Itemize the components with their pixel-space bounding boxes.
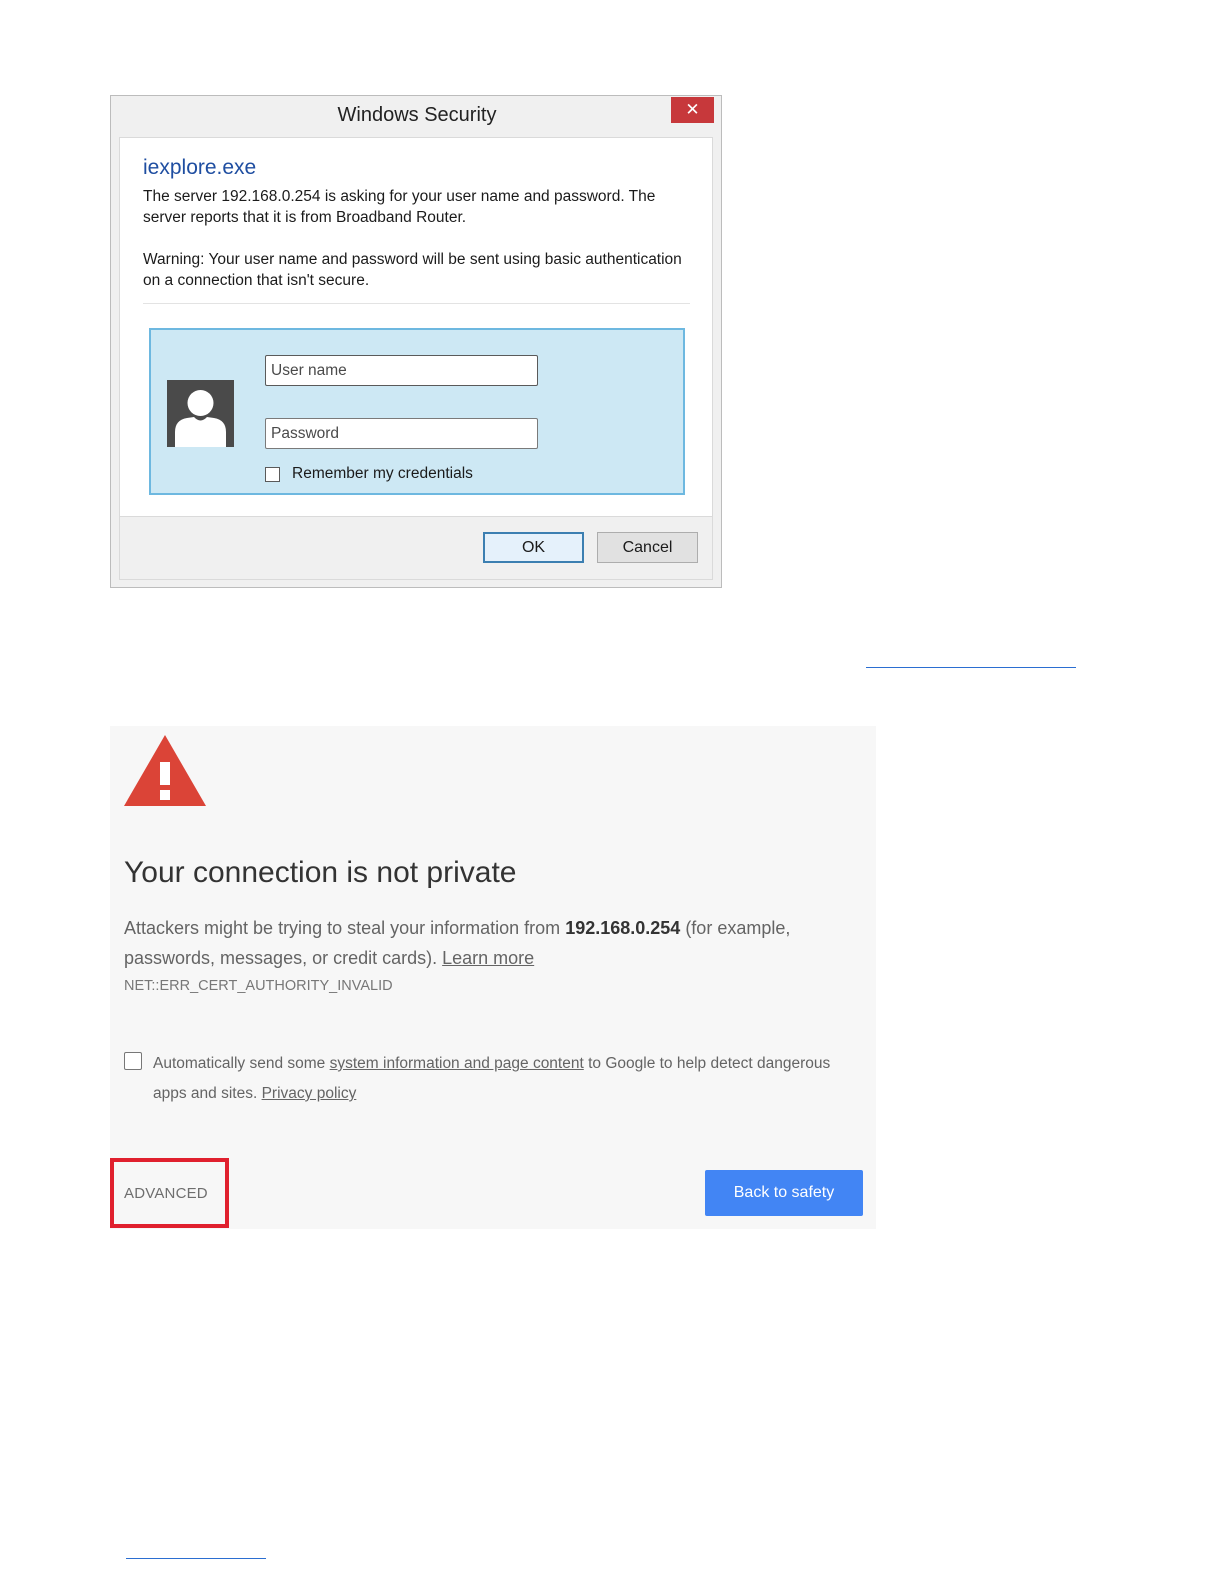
page-heading: Your connection is not private bbox=[124, 856, 517, 889]
ok-button[interactable]: OK bbox=[483, 532, 584, 563]
app-name: iexplore.exe bbox=[143, 156, 257, 179]
credentials-panel: Remember my credentials bbox=[149, 328, 685, 495]
privacy-error-page: Your connection is not private Attackers… bbox=[110, 726, 876, 1229]
windows-security-dialog: Windows Security ✕ iexplore.exe The serv… bbox=[110, 95, 722, 588]
password-input[interactable] bbox=[265, 418, 538, 449]
dialog-title: Windows Security bbox=[337, 104, 497, 126]
link-underline bbox=[126, 1558, 266, 1559]
advanced-button[interactable]: ADVANCED bbox=[124, 1185, 208, 1202]
warning-triangle-icon bbox=[123, 735, 207, 812]
username-input[interactable] bbox=[265, 355, 538, 386]
privacy-policy-link[interactable]: Privacy policy bbox=[262, 1085, 357, 1102]
user-avatar-icon bbox=[167, 380, 234, 447]
learn-more-link[interactable]: Learn more bbox=[442, 948, 534, 968]
remember-label: Remember my credentials bbox=[292, 465, 473, 482]
send-info-checkbox[interactable] bbox=[124, 1052, 142, 1070]
server-message: The server 192.168.0.254 is asking for y… bbox=[143, 188, 656, 226]
dialog-footer: OK Cancel bbox=[119, 517, 713, 580]
remember-credentials[interactable]: Remember my credentials bbox=[265, 465, 473, 483]
cancel-button[interactable]: Cancel bbox=[597, 532, 698, 563]
send-info-label: Automatically send some system informati… bbox=[153, 1055, 831, 1102]
host-name: 192.168.0.254 bbox=[565, 918, 681, 938]
system-info-link[interactable]: system information and page content bbox=[330, 1055, 584, 1072]
remember-checkbox[interactable] bbox=[265, 466, 280, 482]
back-to-safety-button[interactable]: Back to safety bbox=[705, 1170, 863, 1216]
warning-message: Warning: Your user name and password wil… bbox=[143, 251, 682, 289]
close-button[interactable]: ✕ bbox=[671, 97, 714, 123]
close-icon: ✕ bbox=[685, 100, 700, 119]
link-underline bbox=[866, 667, 1076, 668]
explanation-text: Attackers might be trying to steal your … bbox=[124, 918, 791, 968]
divider bbox=[143, 303, 690, 304]
error-code: NET::ERR_CERT_AUTHORITY_INVALID bbox=[124, 978, 393, 994]
dialog-body: iexplore.exe The server 192.168.0.254 is… bbox=[119, 137, 713, 517]
